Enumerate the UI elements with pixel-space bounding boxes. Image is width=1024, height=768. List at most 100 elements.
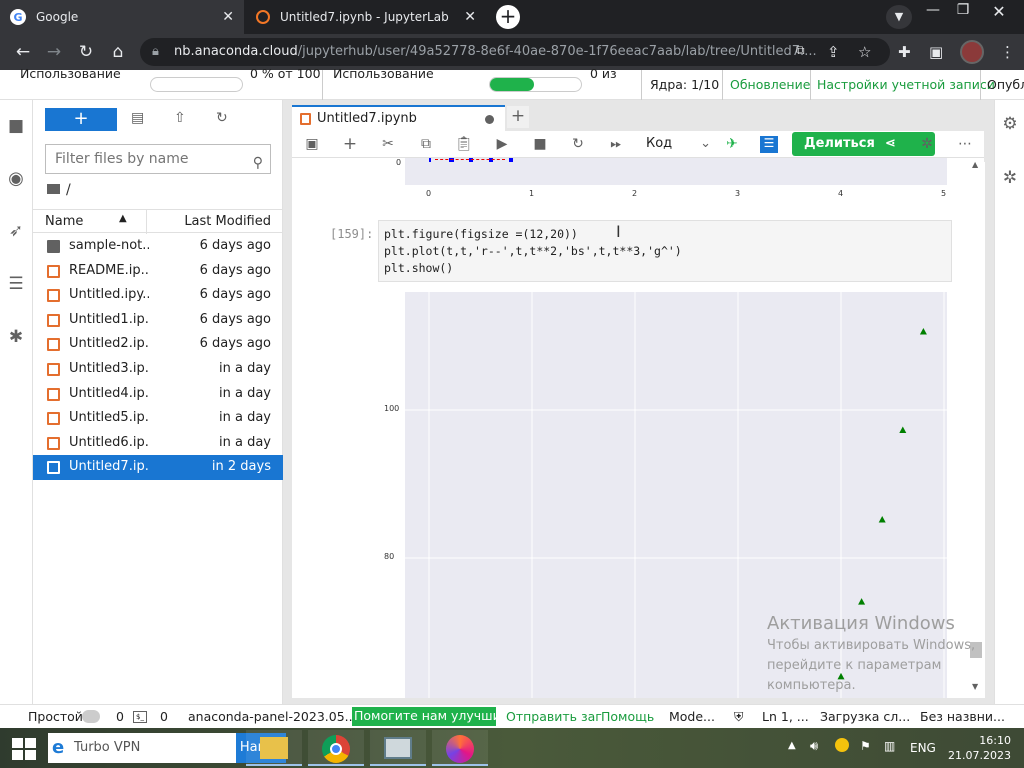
running-kernels-icon[interactable]: ◉ xyxy=(6,168,26,189)
more-menu-icon[interactable]: ⋮ xyxy=(1000,43,1015,61)
jupyter-top-bar: Использование 0 % от 100 Использование 0… xyxy=(0,66,1024,100)
side-panel-icon[interactable]: ▣ xyxy=(929,43,943,61)
code-cell-input[interactable]: plt.figure(figsize =(12,20)) plt.plot(t,t… xyxy=(378,220,952,282)
usage2-label: Использование xyxy=(333,66,434,81)
debugger-icon[interactable]: ✲ xyxy=(917,136,937,152)
restore-icon[interactable]: ❐ xyxy=(948,2,978,18)
windows-start-icon[interactable] xyxy=(12,738,36,760)
stop-icon[interactable]: ■ xyxy=(530,136,550,152)
restart-icon[interactable]: ↻ xyxy=(568,136,588,152)
notebook-icon xyxy=(47,264,60,278)
file-row[interactable]: Untitled3.ip... in a day xyxy=(33,357,283,382)
save-icon[interactable]: ▣ xyxy=(302,136,322,152)
extension-manager-icon[interactable]: ✱ xyxy=(6,327,26,347)
more-icon[interactable]: ⋯ xyxy=(955,136,975,152)
clock[interactable]: 16:10 21.07.2023 xyxy=(948,733,1011,763)
chrome-icon[interactable] xyxy=(308,730,364,766)
close-tab-icon[interactable]: ✕ xyxy=(222,9,234,25)
kernel-count: 0 xyxy=(160,709,168,724)
translate-icon[interactable]: ⧉ xyxy=(796,43,805,58)
file-row[interactable]: Untitled4.ip... in a day xyxy=(33,382,283,407)
notebook-tab[interactable]: Untitled7.ipynb xyxy=(292,105,505,131)
url-input[interactable]: 🔒︎ nb.anaconda.cloud/jupyterhub/user/49a… xyxy=(140,38,890,66)
upload-icon[interactable]: ⇧ xyxy=(174,110,186,126)
browser-tab-google[interactable]: G Google ✕ xyxy=(0,0,244,34)
assistant-rocket-icon[interactable]: ✈ xyxy=(722,136,742,152)
column-last-modified[interactable]: Last Modified xyxy=(184,214,271,229)
address-bar-row: ← → ↻ ⌂ 🔒︎ nb.anaconda.cloud/jupyterhub/… xyxy=(0,34,1024,70)
firefox-icon[interactable] xyxy=(432,730,488,766)
settings-panel-icon[interactable]: ☰ xyxy=(760,136,778,153)
breadcrumb[interactable]: / xyxy=(47,182,71,198)
run-icon[interactable]: ▶ xyxy=(492,136,512,152)
cursor-position: Ln 1, ... xyxy=(762,709,809,724)
vpn-tray-icon[interactable] xyxy=(835,738,849,752)
network-icon[interactable]: ▥ xyxy=(884,739,895,753)
file-row[interactable]: Untitled.ipy... 6 days ago xyxy=(33,283,283,308)
profile-avatar[interactable] xyxy=(960,40,984,64)
minimize-icon[interactable]: — xyxy=(918,2,948,18)
extensions-icon[interactable]: ✚ xyxy=(898,43,911,61)
panel-status[interactable]: anaconda-panel-2023.05... xyxy=(188,709,357,724)
new-launcher-button[interactable]: + xyxy=(45,108,117,131)
paste-icon[interactable]: 📋︎ xyxy=(454,136,474,152)
file-row[interactable]: Untitled5.ip... in a day xyxy=(33,406,283,431)
add-tab-button[interactable]: + xyxy=(507,106,529,128)
copy-icon[interactable]: ⧉ xyxy=(416,136,436,152)
property-inspector-gear-icon[interactable]: ⚙ xyxy=(1000,114,1020,134)
share-page-icon[interactable]: ⇪ xyxy=(827,43,840,61)
simple-mode-toggle[interactable] xyxy=(82,710,100,723)
plot1-xtick: 1 xyxy=(529,189,535,198)
folder-icon[interactable]: ■ xyxy=(6,116,26,136)
publish-link[interactable]: Опубл xyxy=(987,77,1024,92)
unsaved-indicator[interactable] xyxy=(485,115,494,124)
new-tab-button[interactable]: + xyxy=(496,5,520,29)
restart-run-all-icon[interactable]: ⏩︎ xyxy=(606,136,626,152)
help-link[interactable]: Помощь xyxy=(601,709,654,724)
reload-icon[interactable]: ↻ xyxy=(75,42,97,62)
new-folder-icon[interactable]: ▤ xyxy=(131,110,144,126)
flag-icon[interactable]: ⚑ xyxy=(860,739,871,753)
close-tab-icon[interactable]: ✕ xyxy=(464,9,476,25)
close-window-icon[interactable]: ✕ xyxy=(984,2,1014,21)
file-row[interactable]: Untitled6.ip... in a day xyxy=(33,431,283,456)
file-row[interactable]: sample-not... 6 days ago xyxy=(33,234,283,259)
file-row[interactable]: Untitled7.ip... in 2 days xyxy=(33,455,283,481)
send-feedback-link[interactable]: Отправить заг xyxy=(506,709,602,724)
rocket-icon[interactable]: ➶ xyxy=(6,221,26,241)
tray-chevron-icon[interactable]: ▲ xyxy=(788,740,796,751)
data-point-triangle xyxy=(899,426,907,433)
file-modified: 6 days ago xyxy=(199,311,271,327)
file-row[interactable]: README.ip... 6 days ago xyxy=(33,259,283,284)
file-row[interactable]: Untitled2.ip... 6 days ago xyxy=(33,332,283,357)
performance-monitor-icon[interactable] xyxy=(370,730,426,766)
tab-search-icon[interactable]: ▼ xyxy=(886,5,912,29)
home-icon[interactable]: ⌂ xyxy=(107,42,129,62)
file-row[interactable]: Untitled1.ip... 6 days ago xyxy=(33,308,283,333)
feedback-banner[interactable]: Помогите нам улучшить xyxy=(352,707,515,726)
table-of-contents-icon[interactable]: ☰ xyxy=(6,274,26,294)
bookmark-star-icon[interactable]: ☆ xyxy=(858,43,871,61)
column-name[interactable]: Name xyxy=(45,214,83,229)
cut-icon[interactable]: ✂ xyxy=(378,136,398,152)
debugger-bug-icon[interactable]: ✲ xyxy=(1000,168,1020,188)
forward-icon[interactable]: → xyxy=(43,42,65,62)
cell-type-value: Код xyxy=(646,136,673,151)
clock-date: 21.07.2023 xyxy=(948,749,1011,762)
file-explorer-icon[interactable] xyxy=(246,730,302,766)
language-indicator[interactable]: ENG xyxy=(910,741,936,755)
cell-type-select[interactable]: Код ⌄ xyxy=(646,136,711,151)
insert-cell-icon[interactable]: + xyxy=(340,134,360,154)
update-link[interactable]: Обновление xyxy=(730,77,810,92)
account-settings-link[interactable]: Настройки учетной записи xyxy=(817,77,995,92)
back-icon[interactable]: ← xyxy=(12,42,34,62)
taskbar-search-input[interactable]: e Turbo VPN Найти xyxy=(48,733,286,763)
clock-time: 16:10 xyxy=(979,734,1011,747)
cell-prompt: [159]: xyxy=(330,227,374,241)
volume-icon[interactable]: 🔊︎ xyxy=(810,739,818,754)
filter-files-input[interactable]: Filter files by name ⚲ xyxy=(45,144,271,174)
share-icon: ⋖ xyxy=(884,136,896,151)
browser-tab-jupyter[interactable]: Untitled7.ipynb - JupyterLab ✕ xyxy=(246,0,486,34)
refresh-icon[interactable]: ↻ xyxy=(216,110,228,126)
share-button[interactable]: Делиться ⋖ xyxy=(792,132,935,156)
